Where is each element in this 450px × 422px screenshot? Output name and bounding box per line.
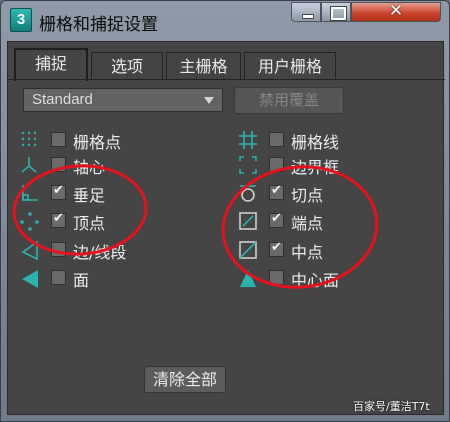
vertex-checkbox[interactable] (51, 211, 66, 228)
snap-option-center-face: 中心面 (238, 266, 388, 290)
snap-option-midpoint: 中点 (238, 238, 388, 262)
perpendicular-checkbox[interactable] (51, 183, 66, 200)
perpendicular-icon (22, 185, 38, 201)
snap-option-vertex: 顶点 (20, 209, 170, 233)
tab-snaps[interactable]: 捕捉 (14, 48, 88, 81)
tangent-icon (240, 185, 256, 202)
grid-points-icon (21, 131, 37, 147)
face-checkbox[interactable] (51, 270, 66, 285)
tangent-checkbox[interactable] (269, 183, 284, 200)
edge-segment-label: 边/线段 (73, 243, 127, 262)
midpoint-checkbox[interactable] (269, 240, 284, 257)
tab-home-grid[interactable]: 主栅格 (166, 52, 241, 80)
dialog-client-area: 捕捉 选项 主栅格 用户栅格 Standard 禁用覆盖 栅格点 轴心 ✔ 垂足… (7, 41, 445, 415)
midpoint-label: 中点 (291, 243, 324, 262)
endpoint-icon (239, 212, 257, 230)
bounding-box-checkbox[interactable] (269, 157, 284, 172)
midpoint-icon (239, 241, 257, 259)
snap-option-face: 面 (20, 266, 170, 290)
title-bar[interactable]: 3 栅格和捕捉设置 ✕ (1, 1, 449, 41)
snap-option-tangent: 切点 (238, 181, 388, 205)
snap-option-edge-segment: 边/线段 (20, 238, 170, 262)
watermark-text: 百家号/董洁T7t (353, 400, 430, 413)
chevron-down-icon (204, 97, 214, 104)
snap-option-perpendicular: 垂足 (20, 181, 170, 205)
edge-segment-checkbox[interactable] (51, 242, 66, 257)
grid-points-checkbox[interactable] (51, 132, 66, 147)
vertex-icon (20, 212, 39, 231)
center-face-label: 中心面 (291, 271, 340, 290)
snap-option-grid-lines: 栅格线 (238, 128, 388, 152)
tab-user-grid[interactable]: 用户栅格 (244, 52, 336, 80)
center-face-checkbox[interactable] (269, 270, 284, 285)
perpendicular-label: 垂足 (73, 186, 106, 205)
snap-option-grid-points: 栅格点 (20, 128, 170, 152)
face-icon (22, 270, 38, 288)
snap-option-bounding-box: 边界框 (238, 153, 388, 177)
pivot-label: 轴心 (73, 158, 106, 177)
maximize-button[interactable] (321, 2, 351, 22)
bounding-box-icon (239, 156, 257, 174)
pivot-checkbox[interactable] (51, 157, 66, 172)
endpoint-label: 端点 (291, 214, 324, 233)
center-face-icon (240, 270, 256, 287)
face-label: 面 (73, 271, 90, 290)
snap-option-endpoint: 端点 (238, 209, 388, 233)
pivot-icon (21, 157, 37, 173)
grid-lines-icon (239, 131, 257, 149)
grid-points-label: 栅格点 (73, 133, 122, 152)
snap-option-pivot: 轴心 (20, 153, 170, 177)
edge-segment-icon (21, 240, 38, 260)
snap-type-value: Standard (32, 91, 93, 108)
close-icon: ✕ (388, 1, 404, 21)
app-logo-icon: 3 (10, 8, 32, 32)
vertex-label: 顶点 (73, 214, 106, 233)
close-button[interactable]: ✕ (351, 1, 441, 22)
snap-type-dropdown[interactable]: Standard (23, 88, 223, 112)
grid-lines-checkbox[interactable] (269, 132, 284, 147)
tab-divider (8, 79, 445, 80)
tab-options[interactable]: 选项 (91, 52, 163, 80)
window-title: 栅格和捕捉设置 (39, 15, 158, 35)
minimize-button[interactable] (291, 2, 321, 22)
bounding-box-label: 边界框 (291, 158, 340, 177)
clear-all-button[interactable]: 清除全部 (144, 366, 226, 393)
disable-override-button[interactable]: 禁用覆盖 (234, 87, 344, 114)
tangent-label: 切点 (291, 186, 324, 205)
grid-lines-label: 栅格线 (291, 133, 340, 152)
window-frame: 3 栅格和捕捉设置 ✕ 捕捉 选项 主栅格 用户栅格 Standard 禁用覆盖 (0, 0, 450, 422)
endpoint-checkbox[interactable] (269, 211, 284, 228)
